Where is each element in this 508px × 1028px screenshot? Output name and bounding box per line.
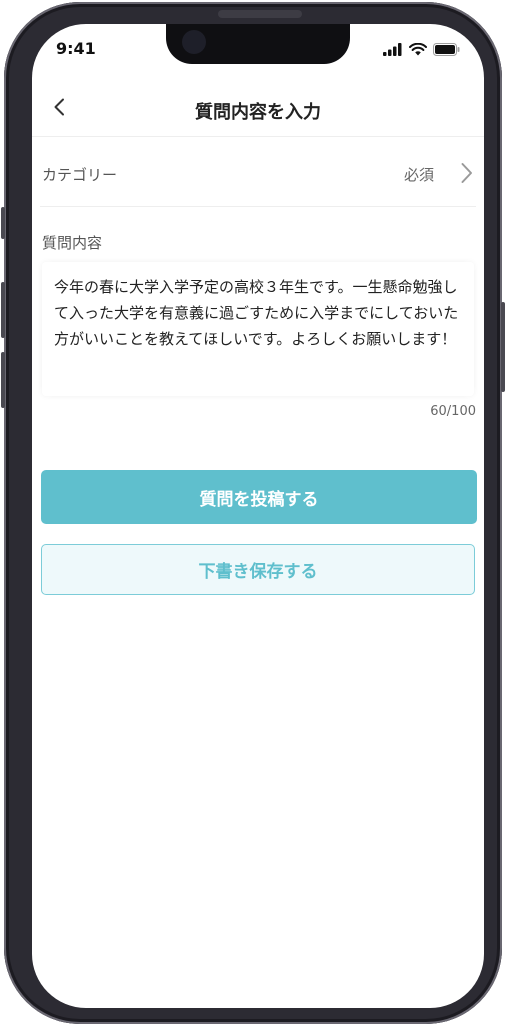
required-badge: 必須 [403,166,434,184]
speaker-grille [218,10,302,18]
question-text: 今年の春に大学入学予定の高校３年生です。一生懸命勉強して入った大学を有意義に過ご… [54,278,459,348]
character-counter: 60/100 [430,404,476,419]
volume-up-button [1,282,5,338]
power-button [501,302,505,392]
screen: 9:41 質問内容を入力 カテゴリー 必須 質問内容 今年の春に大学入学予定の高… [32,24,484,1008]
silent-switch [1,207,5,239]
question-textarea[interactable]: 今年の春に大学入学予定の高校３年生です。一生懸命勉強して入った大学を有意義に過ご… [42,262,474,396]
battery-icon [433,41,460,60]
category-selector[interactable]: カテゴリー 必須 [40,142,476,207]
submit-question-button[interactable]: 質問を投稿する [41,470,477,524]
question-section-label: 質問内容 [42,234,103,252]
category-label: カテゴリー [42,166,118,184]
page-title: 質問内容を入力 [195,102,321,123]
signal-icon [383,41,403,60]
notch [166,24,350,64]
save-draft-button[interactable]: 下書き保存する [41,544,475,595]
chevron-right-icon [460,162,474,188]
volume-down-button [1,352,5,408]
wifi-icon [409,41,427,60]
camera-icon [182,30,206,54]
status-icons [383,41,460,60]
phone-frame: 9:41 質問内容を入力 カテゴリー 必須 質問内容 今年の春に大学入学予定の高… [1,2,505,1024]
navigation-bar: 質問内容を入力 [32,84,484,137]
status-time: 9:41 [56,39,96,58]
